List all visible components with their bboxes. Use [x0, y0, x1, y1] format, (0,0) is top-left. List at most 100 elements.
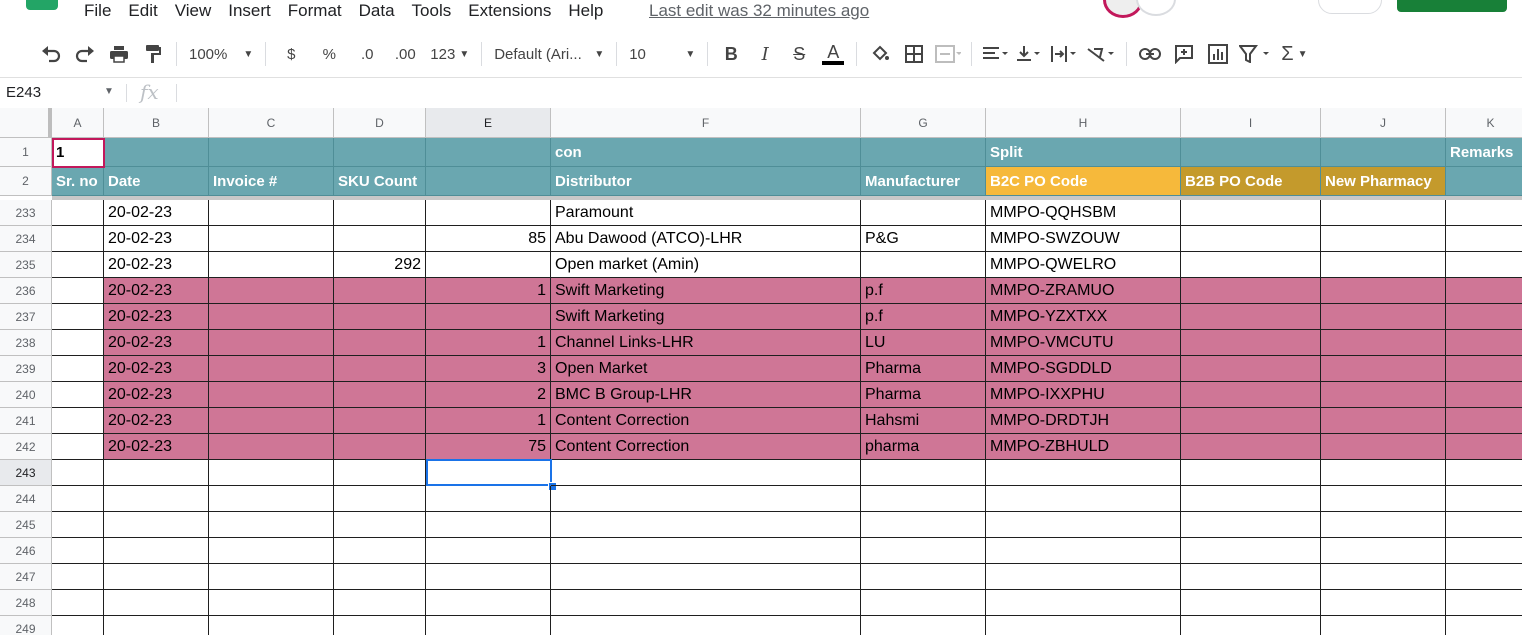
table-cell[interactable] — [334, 590, 426, 616]
table-cell[interactable]: 20-02-23 — [104, 226, 209, 252]
table-cell[interactable] — [1446, 278, 1522, 304]
table-cell[interactable] — [426, 200, 551, 226]
header-cell[interactable] — [1321, 138, 1446, 167]
table-cell[interactable] — [986, 538, 1181, 564]
horizontal-align-icon[interactable] — [978, 39, 1012, 69]
table-cell[interactable] — [1321, 200, 1446, 226]
menu-format[interactable]: Format — [288, 1, 342, 21]
table-cell[interactable] — [861, 486, 986, 512]
row-header[interactable]: 239 — [0, 356, 52, 382]
table-cell[interactable] — [1181, 564, 1321, 590]
table-cell[interactable] — [1181, 330, 1321, 356]
table-cell[interactable]: Open Market — [551, 356, 861, 382]
row-header[interactable]: 245 — [0, 512, 52, 538]
table-cell[interactable] — [1181, 590, 1321, 616]
header-cell[interactable]: SKU Count — [334, 167, 426, 196]
table-cell[interactable] — [861, 538, 986, 564]
table-cell[interactable] — [551, 590, 861, 616]
table-cell[interactable]: MMPO-QWELRO — [986, 252, 1181, 278]
table-cell[interactable] — [1321, 252, 1446, 278]
table-cell[interactable] — [209, 278, 334, 304]
fill-color-icon[interactable] — [863, 39, 897, 69]
table-cell[interactable] — [1446, 616, 1522, 635]
zoom-select[interactable]: 100% ▼ — [183, 39, 259, 69]
header-cell[interactable] — [334, 138, 426, 167]
header-cell[interactable]: con — [551, 138, 861, 167]
row-header[interactable]: 241 — [0, 408, 52, 434]
table-cell[interactable] — [52, 408, 104, 434]
row-header[interactable]: 233 — [0, 200, 52, 226]
header-cell[interactable]: Split — [986, 138, 1181, 167]
table-cell[interactable] — [426, 486, 551, 512]
undo-icon[interactable] — [34, 39, 68, 69]
percent-format-button[interactable]: % — [310, 39, 348, 69]
text-color-icon[interactable]: A — [816, 39, 850, 69]
row-header[interactable]: 237 — [0, 304, 52, 330]
table-cell[interactable] — [209, 590, 334, 616]
table-cell[interactable] — [1321, 434, 1446, 460]
italic-icon[interactable]: I — [748, 39, 782, 69]
insert-link-icon[interactable] — [1133, 39, 1167, 69]
table-cell[interactable] — [1181, 356, 1321, 382]
print-icon[interactable] — [102, 39, 136, 69]
table-cell[interactable] — [1321, 590, 1446, 616]
table-cell[interactable]: 20-02-23 — [104, 356, 209, 382]
table-cell[interactable] — [52, 486, 104, 512]
table-cell[interactable] — [1181, 538, 1321, 564]
header-cell[interactable]: B2C PO Code — [986, 167, 1181, 196]
table-cell[interactable] — [334, 200, 426, 226]
table-cell[interactable]: MMPO-ZBHULD — [986, 434, 1181, 460]
last-edit-link[interactable]: Last edit was 32 minutes ago — [649, 0, 869, 22]
table-cell[interactable] — [209, 226, 334, 252]
table-cell[interactable] — [209, 434, 334, 460]
strikethrough-icon[interactable]: S — [782, 39, 816, 69]
table-cell[interactable] — [426, 538, 551, 564]
table-cell[interactable] — [1321, 538, 1446, 564]
header-cell[interactable] — [104, 138, 209, 167]
table-cell[interactable] — [551, 460, 861, 486]
header-cell[interactable]: Remarks — [1446, 138, 1522, 167]
table-cell[interactable] — [1321, 382, 1446, 408]
table-cell[interactable]: Pharma — [861, 356, 986, 382]
table-cell[interactable] — [52, 304, 104, 330]
column-header-i[interactable]: I — [1181, 108, 1321, 138]
table-cell[interactable]: Open market (Amin) — [551, 252, 861, 278]
header-cell[interactable] — [1446, 167, 1522, 196]
sheets-logo-icon[interactable] — [26, 0, 58, 10]
table-cell[interactable]: 20-02-23 — [104, 434, 209, 460]
row-header[interactable]: 249 — [0, 616, 52, 635]
table-cell[interactable]: MMPO-SGDDLD — [986, 356, 1181, 382]
table-cell[interactable]: Content Correction — [551, 408, 861, 434]
table-cell[interactable] — [1446, 382, 1522, 408]
table-cell[interactable]: MMPO-ZRAMUO — [986, 278, 1181, 304]
table-cell[interactable] — [52, 590, 104, 616]
table-cell[interactable] — [52, 226, 104, 252]
table-cell[interactable] — [52, 538, 104, 564]
table-cell[interactable]: 292 — [334, 252, 426, 278]
table-cell[interactable] — [551, 564, 861, 590]
table-cell[interactable]: 20-02-23 — [104, 408, 209, 434]
table-cell[interactable] — [1181, 434, 1321, 460]
table-cell[interactable] — [104, 538, 209, 564]
menu-extensions[interactable]: Extensions — [468, 1, 551, 21]
table-cell[interactable] — [209, 486, 334, 512]
table-cell[interactable]: p.f — [861, 304, 986, 330]
table-cell[interactable] — [1181, 408, 1321, 434]
table-cell[interactable]: p.f — [861, 278, 986, 304]
table-cell[interactable] — [209, 252, 334, 278]
header-cell[interactable] — [861, 138, 986, 167]
table-cell[interactable] — [1446, 200, 1522, 226]
table-cell[interactable] — [52, 434, 104, 460]
table-cell[interactable]: MMPO-QQHSBM — [986, 200, 1181, 226]
table-cell[interactable] — [1321, 408, 1446, 434]
table-cell[interactable] — [1321, 304, 1446, 330]
table-cell[interactable] — [209, 382, 334, 408]
table-cell[interactable] — [334, 538, 426, 564]
table-cell[interactable]: 85 — [426, 226, 551, 252]
table-cell[interactable]: Content Correction — [551, 434, 861, 460]
table-cell[interactable] — [1181, 460, 1321, 486]
table-cell[interactable] — [426, 252, 551, 278]
table-cell[interactable] — [52, 616, 104, 635]
table-cell[interactable] — [861, 252, 986, 278]
share-button[interactable] — [1397, 0, 1507, 12]
